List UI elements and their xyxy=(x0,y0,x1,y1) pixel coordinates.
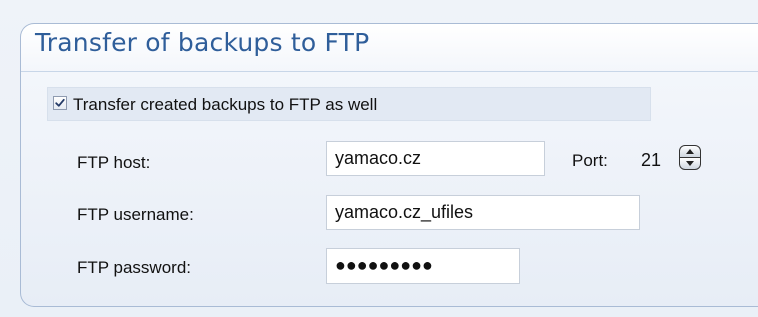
ftp-password-label: FTP password: xyxy=(77,258,192,277)
ftp-username-input[interactable]: yamaco.cz_ufiles xyxy=(326,195,640,230)
ftp-host-label: FTP host: xyxy=(77,153,151,172)
spinner-down-button[interactable] xyxy=(679,157,701,170)
port-input[interactable]: 21 xyxy=(641,148,675,172)
port-label: Port: xyxy=(572,151,608,170)
checkmark-icon xyxy=(55,98,65,107)
ftp-username-label: FTP username: xyxy=(77,205,194,224)
title-divider xyxy=(21,71,758,72)
triangle-down-icon xyxy=(686,161,694,166)
triangle-up-icon xyxy=(686,149,694,154)
ftp-host-input[interactable]: yamaco.cz xyxy=(326,141,545,176)
transfer-checkbox[interactable] xyxy=(53,96,67,110)
group-title: Transfer of backups to FTP xyxy=(35,28,370,57)
ftp-password-input[interactable]: ●●●●●●●●● xyxy=(326,248,520,284)
transfer-checkbox-label[interactable]: Transfer created backups to FTP as well xyxy=(73,95,377,115)
port-spinner[interactable] xyxy=(679,145,701,171)
